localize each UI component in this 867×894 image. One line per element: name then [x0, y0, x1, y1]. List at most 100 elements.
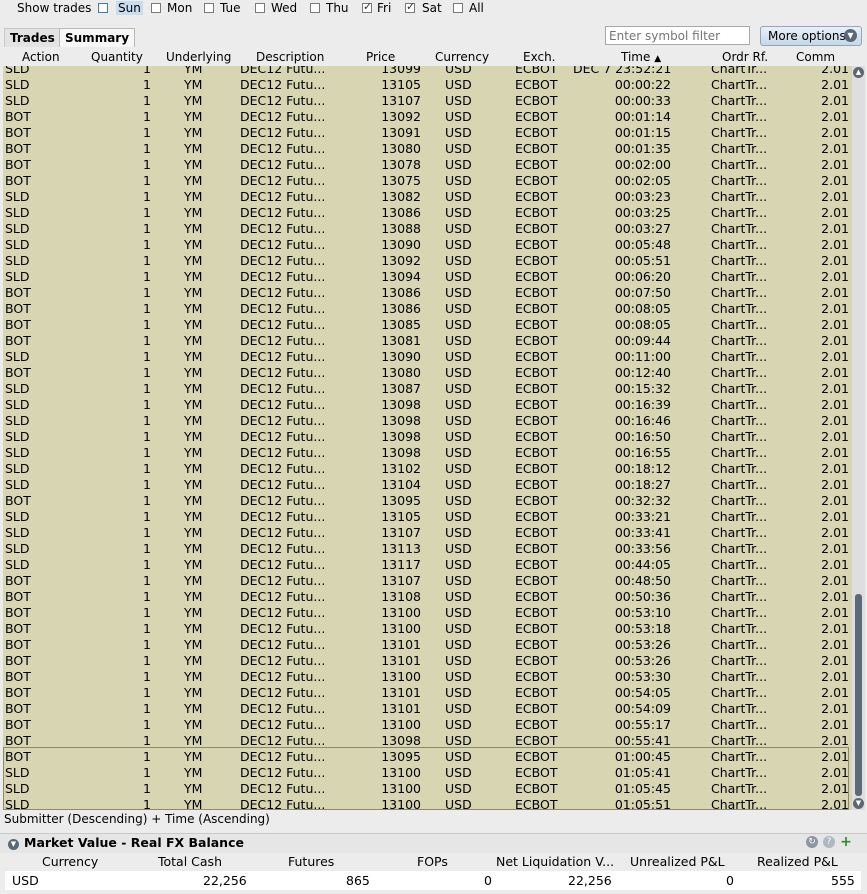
table-row[interactable]: SLD 1 YM DEC12 Futu... 13105 USD ECBOT 00:33:21… [3, 509, 852, 525]
collapse-icon[interactable]: ▼ [8, 839, 19, 850]
table-row[interactable]: SLD 1 YM DEC12 Futu... 13099 USD ECBOT DEC 7 23… [3, 66, 852, 77]
table-row[interactable]: BOT 1 YM DEC12 Futu... 13100 USD ECBOT 00:53:10… [3, 605, 852, 621]
mv-col-net-liquidation[interactable]: Net Liquidation V... [496, 854, 614, 869]
mv-col-futures[interactable]: Futures [288, 854, 334, 869]
table-row[interactable]: BOT 1 YM DEC12 Futu... 13101 USD ECBOT 00:53:26… [3, 653, 852, 669]
day-label-all[interactable]: All [469, 1, 484, 15]
trade-price: 13086 [381, 301, 421, 316]
table-row[interactable]: SLD 1 YM DEC12 Futu... 13117 USD ECBOT 00:44:05… [3, 557, 852, 573]
table-row[interactable]: SLD 1 YM DEC12 Futu... 13082 USD ECBOT 00:03:23… [3, 189, 852, 205]
day-checkbox-sat[interactable] [405, 0, 415, 13]
table-row[interactable]: SLD 1 YM DEC12 Futu... 13105 USD ECBOT 00:00:22… [3, 77, 852, 93]
table-row[interactable]: SLD 1 YM DEC12 Futu... 13107 USD ECBOT 00:33:41… [3, 525, 852, 541]
table-row[interactable]: BOT 1 YM DEC12 Futu... 13086 USD ECBOT 00:07:50… [3, 285, 852, 301]
table-row[interactable]: BOT 1 YM DEC12 Futu... 13078 USD ECBOT 00:02:00… [3, 157, 852, 173]
table-row[interactable]: SLD 1 YM DEC12 Futu... 13113 USD ECBOT 00:33:56… [3, 541, 852, 557]
table-row[interactable]: BOT 1 YM DEC12 Futu... 13095 USD ECBOT 00:32:32… [3, 493, 852, 509]
table-row[interactable]: BOT 1 YM DEC12 Futu... 13107 USD ECBOT 00:48:50… [3, 573, 852, 589]
scroll-up-icon[interactable]: ▲ [853, 67, 864, 78]
table-row[interactable]: SLD 1 YM DEC12 Futu... 13100 USD ECBOT 01:05:45… [3, 781, 852, 797]
market-value-row[interactable]: USD 22,256 865 0 22,256 0 555 [5, 871, 861, 890]
trade-underlying: YM [184, 605, 203, 620]
col-price[interactable]: Price [366, 50, 395, 65]
col-underlying[interactable]: Underlying [166, 50, 231, 65]
trade-time: 00:53:30 [614, 669, 671, 684]
table-row[interactable]: BOT 1 YM DEC12 Futu... 13101 USD ECBOT 00:53:26… [3, 637, 852, 653]
table-row[interactable]: SLD 1 YM DEC12 Futu... 13104 USD ECBOT 00:18:27… [3, 477, 852, 493]
table-row[interactable]: BOT 1 YM DEC12 Futu... 13080 USD ECBOT 00:12:40… [3, 365, 852, 381]
scroll-down-icon[interactable]: ▼ [853, 798, 864, 809]
add-icon[interactable]: + [840, 835, 852, 849]
trade-description: DEC12 Futu... [240, 205, 326, 220]
table-row[interactable]: SLD 1 YM DEC12 Futu... 13090 USD ECBOT 00:11:00… [3, 349, 852, 365]
table-row[interactable]: BOT 1 YM DEC12 Futu... 13100 USD ECBOT 00:55:17… [3, 717, 852, 733]
table-row[interactable]: SLD 1 YM DEC12 Futu... 13086 USD ECBOT 00:03:25… [3, 205, 852, 221]
table-row[interactable]: BOT 1 YM DEC12 Futu... 13091 USD ECBOT 00:01:15… [3, 125, 852, 141]
day-label-mon[interactable]: Mon [167, 1, 192, 15]
trade-quantity: 1 [143, 685, 151, 700]
table-row[interactable]: BOT 1 YM DEC12 Futu... 13075 USD ECBOT 00:02:05… [3, 173, 852, 189]
table-row[interactable]: SLD 1 YM DEC12 Futu... 13088 USD ECBOT 00:03:27… [3, 221, 852, 237]
table-row[interactable]: SLD 1 YM DEC12 Futu... 13087 USD ECBOT 00:15:32… [3, 381, 852, 397]
col-exch[interactable]: Exch. [523, 50, 556, 65]
table-row[interactable]: BOT 1 YM DEC12 Futu... 13092 USD ECBOT 00:01:14… [3, 109, 852, 125]
col-currency[interactable]: Currency [435, 50, 489, 65]
refresh-icon[interactable]: ↻ [806, 836, 818, 848]
col-time[interactable]: Time ▲ [621, 50, 661, 67]
table-row[interactable]: BOT 1 YM DEC12 Futu... 13080 USD ECBOT 00:01:35… [3, 141, 852, 157]
table-row[interactable]: BOT 1 YM DEC12 Futu... 13101 USD ECBOT 00:54:09… [3, 701, 852, 717]
table-row[interactable]: SLD 1 YM DEC12 Futu... 13100 USD ECBOT 01:05:41… [3, 765, 852, 781]
col-quantity[interactable]: Quantity [91, 50, 143, 65]
scroll-thumb[interactable] [855, 594, 862, 796]
table-row[interactable]: BOT 1 YM DEC12 Futu... 13095 USD ECBOT 01:00:45… [3, 749, 852, 765]
day-label-sat[interactable]: Sat [422, 1, 442, 15]
table-row[interactable]: SLD 1 YM DEC12 Futu... 13092 USD ECBOT 00:05:51… [3, 253, 852, 269]
table-row[interactable]: BOT 1 YM DEC12 Futu... 13085 USD ECBOT 00:08:05… [3, 317, 852, 333]
table-row[interactable]: BOT 1 YM DEC12 Futu... 13100 USD ECBOT 00:53:30… [3, 669, 852, 685]
trade-order-ref: ChartTr... [711, 701, 768, 716]
col-description[interactable]: Description [256, 50, 324, 65]
col-action[interactable]: Action [22, 50, 60, 65]
table-row[interactable]: BOT 1 YM DEC12 Futu... 13108 USD ECBOT 00:50:36… [3, 589, 852, 605]
table-row[interactable]: SLD 1 YM DEC12 Futu... 13098 USD ECBOT 00:16:39… [3, 397, 852, 413]
day-label-wed[interactable]: Wed [271, 1, 297, 15]
table-row[interactable]: SLD 1 YM DEC12 Futu... 13090 USD ECBOT 00:05:48… [3, 237, 852, 253]
day-label-tue[interactable]: Tue [220, 1, 241, 15]
day-checkbox-thu[interactable] [310, 3, 320, 13]
day-label-fri[interactable]: Fri [377, 1, 391, 15]
col-comm[interactable]: Comm [796, 50, 835, 65]
mv-col-currency[interactable]: Currency [42, 854, 98, 869]
table-row[interactable]: SLD 1 YM DEC12 Futu... 13100 USD ECBOT 01:05:51… [3, 797, 852, 810]
more-options-button[interactable]: More options ▼ [760, 26, 862, 46]
col-ordr-ref[interactable]: Ordr Rf. [722, 50, 768, 65]
table-row[interactable]: SLD 1 YM DEC12 Futu... 13107 USD ECBOT 00:00:33… [3, 93, 852, 109]
day-checkbox-sun[interactable] [98, 3, 108, 13]
mv-col-realized-pnl[interactable]: Realized P&L [757, 854, 838, 869]
day-checkbox-all[interactable] [453, 3, 463, 13]
table-row[interactable]: BOT 1 YM DEC12 Futu... 13081 USD ECBOT 00:09:44… [3, 333, 852, 349]
day-label-sun[interactable]: Sun [116, 1, 143, 15]
mv-col-fops[interactable]: FOPs [417, 854, 448, 869]
symbol-filter-input[interactable] [605, 26, 750, 45]
table-row[interactable]: SLD 1 YM DEC12 Futu... 13098 USD ECBOT 00:16:46… [3, 413, 852, 429]
mv-col-unrealized-pnl[interactable]: Unrealized P&L [630, 854, 725, 869]
trades-table[interactable]: SLD 1 YM DEC12 Futu... 13099 USD ECBOT DEC 7 23… [3, 66, 852, 810]
table-row[interactable]: SLD 1 YM DEC12 Futu... 13102 USD ECBOT 00:18:12… [3, 461, 852, 477]
table-row[interactable]: BOT 1 YM DEC12 Futu... 13086 USD ECBOT 00:08:05… [3, 301, 852, 317]
day-checkbox-fri[interactable] [362, 0, 372, 13]
table-row[interactable]: SLD 1 YM DEC12 Futu... 13094 USD ECBOT 00:06:20… [3, 269, 852, 285]
mv-col-total-cash[interactable]: Total Cash [158, 854, 222, 869]
tab-trades[interactable]: Trades [4, 28, 61, 47]
tab-summary[interactable]: Summary [59, 28, 136, 47]
table-row[interactable]: SLD 1 YM DEC12 Futu... 13098 USD ECBOT 00:16:55… [3, 445, 852, 461]
table-row[interactable]: BOT 1 YM DEC12 Futu... 13098 USD ECBOT 00:55:41… [3, 733, 852, 749]
day-label-thu[interactable]: Thu [326, 1, 349, 15]
table-row[interactable]: BOT 1 YM DEC12 Futu... 13100 USD ECBOT 00:53:18… [3, 621, 852, 637]
table-row[interactable]: SLD 1 YM DEC12 Futu... 13098 USD ECBOT 00:16:50… [3, 429, 852, 445]
help-icon[interactable]: ? [823, 836, 835, 848]
day-checkbox-mon[interactable] [151, 3, 161, 13]
day-checkbox-tue[interactable] [204, 3, 214, 13]
table-row[interactable]: BOT 1 YM DEC12 Futu... 13101 USD ECBOT 00:54:05… [3, 685, 852, 701]
day-checkbox-wed[interactable] [255, 3, 265, 13]
trades-scrollbar[interactable]: ▲ ▼ [852, 66, 865, 810]
